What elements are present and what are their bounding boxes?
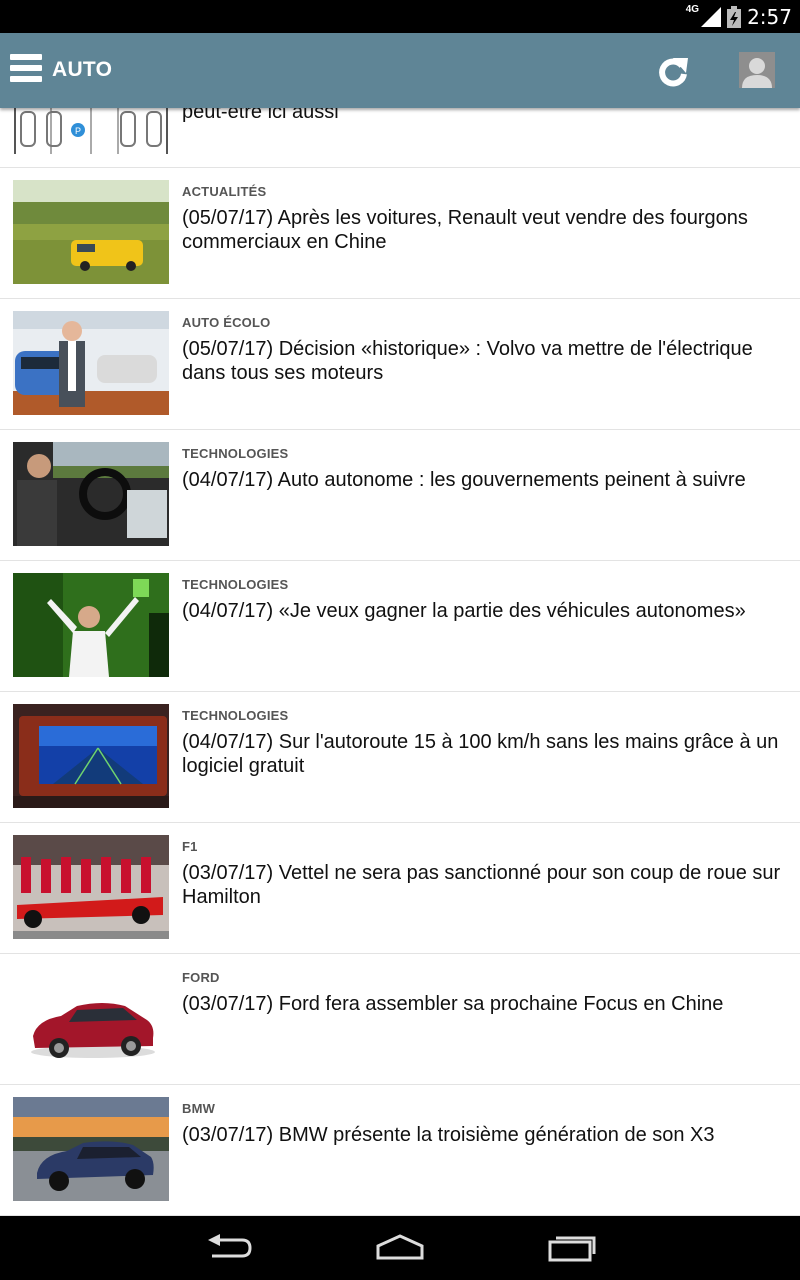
article-headline: (03/07/17) Ford fera assembler sa procha… bbox=[182, 993, 724, 1015]
article-thumbnail bbox=[13, 704, 169, 808]
article-category: TECHNOLOGIES bbox=[182, 446, 289, 461]
list-item[interactable]: TECHNOLOGIES (04/07/17) Sur l'autoroute … bbox=[0, 692, 800, 823]
clock: 2:57 bbox=[747, 4, 792, 29]
app-bar: AUTO bbox=[0, 33, 800, 108]
article-thumbnail bbox=[13, 1097, 169, 1201]
hamburger-icon[interactable] bbox=[10, 54, 42, 86]
system-nav-bar bbox=[0, 1216, 800, 1280]
status-icons: 4G 2:57 bbox=[686, 0, 792, 33]
article-thumbnail bbox=[13, 573, 169, 677]
list-item[interactable]: FORD (03/07/17) Ford fera assembler sa p… bbox=[0, 954, 800, 1085]
article-thumbnail bbox=[13, 966, 169, 1070]
article-category: AUTO ÉCOLO bbox=[182, 315, 271, 330]
refresh-button[interactable] bbox=[654, 52, 692, 90]
article-headline: (04/07/17) Auto autonome : les gouvernem… bbox=[182, 469, 746, 491]
avatar-icon bbox=[739, 52, 775, 88]
recents-button[interactable] bbox=[542, 1230, 602, 1266]
article-thumbnail bbox=[13, 311, 169, 415]
article-thumbnail: P bbox=[13, 108, 169, 154]
article-headline: (04/07/17) Sur l'autoroute 15 à 100 km/h… bbox=[182, 731, 779, 777]
article-thumbnail bbox=[13, 180, 169, 284]
article-category: F1 bbox=[182, 839, 198, 854]
back-button[interactable] bbox=[200, 1230, 260, 1266]
list-item[interactable]: P peut-être ici aussi bbox=[0, 108, 800, 168]
avatar-button[interactable] bbox=[739, 52, 775, 88]
article-thumbnail bbox=[13, 835, 169, 939]
signal-icon bbox=[701, 6, 722, 27]
list-item[interactable]: ACTUALITÉS (05/07/17) Après les voitures… bbox=[0, 168, 800, 299]
list-item[interactable]: TECHNOLOGIES (04/07/17) Auto autonome : … bbox=[0, 430, 800, 561]
refresh-icon bbox=[659, 58, 688, 87]
article-category: TECHNOLOGIES bbox=[182, 708, 289, 723]
article-list[interactable]: P peut-être ici aussi ACTUALITÉS (05/07/… bbox=[0, 108, 800, 1216]
status-bar: 4G 2:57 bbox=[0, 0, 800, 33]
list-item[interactable]: BMW (03/07/17) BMW présente la troisième… bbox=[0, 1085, 800, 1216]
article-headline: (05/07/17) Après les voitures, Renault v… bbox=[182, 207, 748, 253]
article-headline: (05/07/17) Décision «historique» : Volvo… bbox=[182, 338, 753, 384]
article-thumbnail bbox=[13, 442, 169, 546]
article-headline: (03/07/17) BMW présente la troisième gén… bbox=[182, 1124, 715, 1146]
article-category: TECHNOLOGIES bbox=[182, 577, 289, 592]
article-headline: peut-être ici aussi bbox=[182, 108, 339, 123]
list-item[interactable]: AUTO ÉCOLO (05/07/17) Décision «historiq… bbox=[0, 299, 800, 430]
home-button[interactable] bbox=[370, 1230, 430, 1266]
article-category: FORD bbox=[182, 970, 220, 985]
home-icon bbox=[376, 1234, 424, 1260]
article-category: ACTUALITÉS bbox=[182, 184, 267, 199]
svg-text:P: P bbox=[75, 126, 81, 136]
article-category: BMW bbox=[182, 1101, 216, 1116]
recents-icon bbox=[548, 1236, 596, 1262]
article-headline: (04/07/17) «Je veux gagner la partie des… bbox=[182, 600, 746, 622]
page-title: AUTO bbox=[52, 58, 113, 81]
battery-icon bbox=[727, 5, 742, 28]
list-item[interactable]: F1 (03/07/17) Vettel ne sera pas sanctio… bbox=[0, 823, 800, 954]
back-icon bbox=[208, 1234, 252, 1258]
article-headline: (03/07/17) Vettel ne sera pas sanctionné… bbox=[182, 862, 781, 908]
list-item[interactable]: TECHNOLOGIES (04/07/17) «Je veux gagner … bbox=[0, 561, 800, 692]
network-type: 4G bbox=[685, 4, 700, 15]
